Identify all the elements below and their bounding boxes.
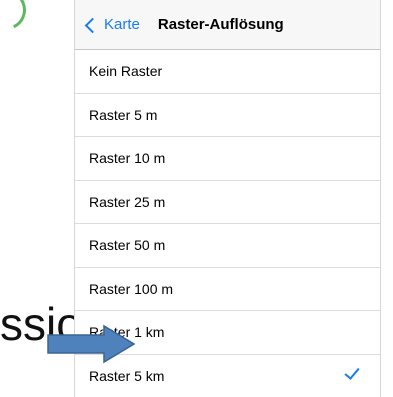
back-button-label: Karte — [104, 16, 140, 33]
page-title: Raster-Auflösung — [157, 16, 284, 33]
arrow-right-icon — [47, 324, 136, 364]
chevron-left-icon — [84, 17, 101, 33]
option-row-kein-raster[interactable]: Kein Raster — [75, 50, 380, 94]
back-button[interactable]: Karte — [75, 16, 140, 33]
option-row-raster-10m[interactable]: Raster 10 m — [75, 137, 380, 181]
arrow-shape — [47, 324, 136, 364]
option-label: Kein Raster — [89, 63, 163, 80]
option-label: Raster 100 m — [89, 280, 174, 297]
option-row-raster-25m[interactable]: Raster 25 m — [75, 181, 380, 224]
option-label: Raster 5 km — [89, 367, 165, 384]
option-label: Raster 25 m — [89, 193, 166, 210]
screenshot-stage: ssio Karte Raster-Auflösung Kein Raster … — [0, 0, 393, 397]
option-label: Raster 10 m — [89, 150, 166, 167]
option-row-raster-50m[interactable]: Raster 50 m — [75, 224, 380, 268]
option-label: Raster 5 m — [89, 106, 158, 123]
decorative-arc-icon — [0, 0, 32, 36]
option-label: Raster 50 m — [89, 237, 166, 254]
option-row-raster-5m[interactable]: Raster 5 m — [75, 94, 380, 137]
navigation-bar: Karte Raster-Auflösung — [75, 0, 380, 50]
option-row-raster-100m[interactable]: Raster 100 m — [75, 268, 380, 311]
checkmark-icon — [344, 363, 360, 380]
